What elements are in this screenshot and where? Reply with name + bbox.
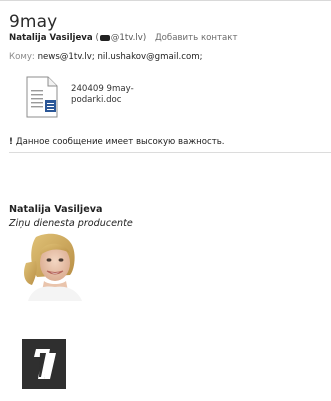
attachment-item[interactable]: 240409 9may- podarki.doc: [25, 74, 185, 124]
sender-line: Natalija Vasiljeva ( @1tv.lv) Добавить ко…: [9, 33, 237, 43]
attachment-filename-line2: podarki.doc: [71, 95, 122, 105]
to-label: Кому:: [9, 52, 35, 62]
attachment-filename: 240409 9may- podarki.doc: [71, 84, 181, 106]
header-divider: [9, 152, 331, 153]
signature-name: Natalija Vasiljeva: [9, 204, 103, 215]
sender-name[interactable]: Natalija Vasiljeva: [9, 33, 93, 43]
importance-text: Данное сообщение имеет высокую важность.: [15, 137, 225, 147]
word-document-icon: [26, 76, 58, 118]
attachment-filename-line1: 240409 9may-: [71, 84, 134, 94]
email-subject: 9may: [9, 12, 58, 32]
sender-email[interactable]: ( @1tv.lv): [95, 33, 146, 43]
recipients-value[interactable]: news@1tv.lv; nil.ushakov@gmail.com;: [38, 52, 203, 62]
top-divider: [0, 0, 331, 1]
exclamation-icon: !: [9, 137, 13, 147]
importance-banner: ! Данное сообщение имеет высокую важность…: [9, 137, 225, 147]
recipients-line: Кому: news@1tv.lv; nil.ushakov@gmail.com…: [9, 52, 203, 62]
redacted-email-mark: [99, 34, 110, 41]
add-contact-link[interactable]: Добавить контакт: [155, 33, 238, 43]
email-reading-pane: 9may Natalija Vasiljeva ( @1tv.lv) Добави…: [0, 0, 331, 401]
signature-title: Ziņu dienesta producente: [9, 218, 133, 229]
channel-one-logo: [22, 339, 66, 389]
portrait-photo: [22, 233, 84, 301]
sender-email-domain: @1tv.lv): [110, 33, 147, 43]
sender-email-open: (: [95, 33, 99, 43]
